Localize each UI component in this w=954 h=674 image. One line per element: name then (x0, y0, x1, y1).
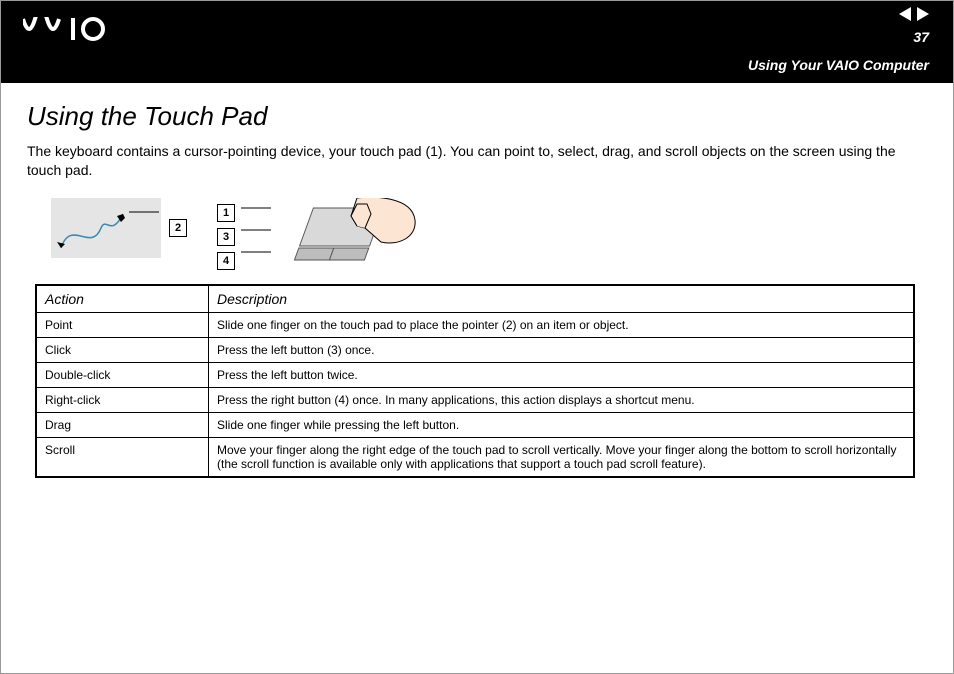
vaio-logo-icon (23, 17, 133, 46)
cell-desc: Slide one finger on the touch pad to pla… (209, 312, 915, 337)
callout-4: 4 (217, 252, 235, 270)
leader-lines (241, 198, 271, 258)
cell-action: Double-click (36, 362, 209, 387)
touchpad-figure (277, 198, 447, 268)
cell-desc: Slide one finger while pressing the left… (209, 412, 915, 437)
next-page-icon[interactable] (917, 7, 929, 21)
cell-desc: Press the left button (3) once. (209, 337, 915, 362)
cell-desc: Press the right button (4) once. In many… (209, 387, 915, 412)
actions-table: Action Description Point Slide one finge… (35, 284, 915, 478)
callout-1: 1 (217, 204, 235, 222)
table-row: Click Press the left button (3) once. (36, 337, 914, 362)
page: 37 Using Your VAIO Computer Using the To… (0, 0, 954, 674)
cell-action: Right-click (36, 387, 209, 412)
table-row: Right-click Press the right button (4) o… (36, 387, 914, 412)
header-bar: 37 Using Your VAIO Computer (1, 1, 953, 83)
page-title: Using the Touch Pad (27, 101, 927, 132)
table-row: Drag Slide one finger while pressing the… (36, 412, 914, 437)
figures-row: 2 1 3 4 (51, 198, 927, 270)
intro-paragraph: The keyboard contains a cursor-pointing … (27, 142, 927, 180)
callout-3: 3 (217, 228, 235, 246)
cell-action: Drag (36, 412, 209, 437)
page-number: 37 (913, 29, 929, 45)
table-row: Double-click Press the left button twice… (36, 362, 914, 387)
cell-action: Point (36, 312, 209, 337)
table-row: Point Slide one finger on the touch pad … (36, 312, 914, 337)
table-row: Scroll Move your finger along the right … (36, 437, 914, 477)
header-action: Action (36, 285, 209, 313)
cell-action: Click (36, 337, 209, 362)
touchpad-figure-wrap: 1 3 4 (217, 198, 447, 270)
cell-desc: Move your finger along the right edge of… (209, 437, 915, 477)
pointer-figure (51, 198, 161, 258)
table-header-row: Action Description (36, 285, 914, 313)
nav-arrows (899, 7, 929, 21)
callout-2: 2 (169, 219, 187, 237)
cell-action: Scroll (36, 437, 209, 477)
cell-desc: Press the left button twice. (209, 362, 915, 387)
prev-page-icon[interactable] (899, 7, 911, 21)
content-area: Using the Touch Pad The keyboard contain… (1, 83, 953, 496)
section-title: Using Your VAIO Computer (748, 57, 929, 73)
header-description: Description (209, 285, 915, 313)
